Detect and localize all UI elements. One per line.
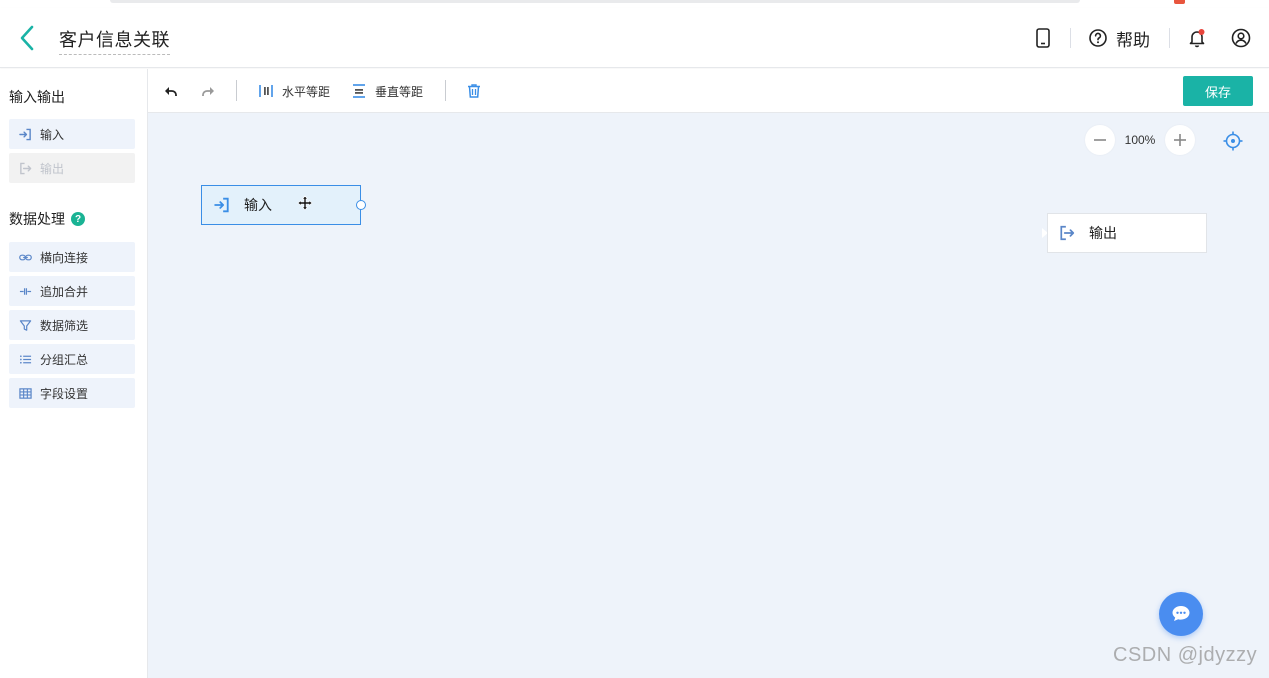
trash-icon xyxy=(468,84,480,98)
list-icon xyxy=(20,354,32,364)
watermark: CSDN @jdyzzy xyxy=(1113,644,1258,666)
input-icon xyxy=(214,197,229,213)
undo-icon xyxy=(165,87,177,96)
back-button[interactable] xyxy=(16,24,40,52)
header-divider xyxy=(1169,28,1170,48)
horizontal-distribute-button[interactable]: 水平等距 xyxy=(258,81,330,101)
minus-icon xyxy=(1094,139,1106,141)
node-output-port[interactable] xyxy=(356,200,366,210)
zoom-out-button[interactable] xyxy=(1085,125,1115,155)
node-palette-sidebar: 输入输出 输入 输出 数据处理 ? 横向连接 追加合并 数据筛选 分组汇总 字段… xyxy=(0,69,148,678)
page-title[interactable]: 客户信息关联 xyxy=(59,26,170,55)
link-icon xyxy=(19,254,32,260)
palette-item-join[interactable]: 横向连接 xyxy=(9,242,135,272)
palette-item-label: 分组汇总 xyxy=(40,352,89,367)
processing-section-title: 数据处理 ? xyxy=(9,209,85,229)
flow-canvas[interactable]: 100% 输入 输出 CSDN @jdyzzy xyxy=(148,113,1269,678)
delete-button[interactable] xyxy=(466,81,482,101)
header-divider xyxy=(1070,28,1071,48)
table-icon xyxy=(19,387,32,399)
processing-section-label: 数据处理 xyxy=(9,211,65,227)
help-label: 帮助 xyxy=(1116,30,1150,50)
palette-item-group[interactable]: 分组汇总 xyxy=(9,344,135,374)
address-bar-edge xyxy=(110,0,1080,3)
undo-button[interactable] xyxy=(163,81,179,101)
redo-icon xyxy=(202,87,214,96)
editor-toolbar: 水平等距 垂直等距 保存 xyxy=(148,69,1269,113)
browser-strip xyxy=(0,0,1269,8)
flow-node-input[interactable]: 输入 xyxy=(201,185,361,225)
crosshair-icon xyxy=(1223,131,1243,151)
vertical-distribute-button[interactable]: 垂直等距 xyxy=(351,81,423,101)
help-button[interactable]: 帮助 xyxy=(1088,26,1150,50)
notification-button[interactable] xyxy=(1186,27,1208,49)
vertical-distribute-icon xyxy=(353,84,365,98)
palette-item-fields[interactable]: 字段设置 xyxy=(9,378,135,408)
zoom-in-button[interactable] xyxy=(1165,125,1195,155)
mobile-preview-button[interactable] xyxy=(1032,27,1054,49)
help-circle-icon xyxy=(1089,29,1107,47)
node-label: 输入 xyxy=(244,197,272,213)
chevron-left-icon xyxy=(20,25,34,51)
horizontal-distribute-icon xyxy=(259,85,273,97)
zoom-level: 100% xyxy=(1124,133,1156,147)
toolbar-divider xyxy=(445,80,446,101)
output-icon xyxy=(20,162,32,174)
io-section-label: 输入输出 xyxy=(9,89,65,105)
toolbar-divider xyxy=(236,80,237,101)
vertical-distribute-label: 垂直等距 xyxy=(375,84,424,99)
input-icon xyxy=(19,128,31,140)
question-icon[interactable]: ? xyxy=(71,212,85,226)
palette-item-label: 输入 xyxy=(40,127,65,142)
user-circle-icon xyxy=(1231,28,1251,48)
mobile-icon xyxy=(1036,28,1050,48)
fit-view-button[interactable] xyxy=(1222,130,1244,152)
filter-icon xyxy=(19,319,32,331)
output-icon xyxy=(1060,225,1075,241)
palette-item-label: 数据筛选 xyxy=(40,318,89,333)
extension-badge xyxy=(1174,0,1185,4)
palette-item-label: 追加合并 xyxy=(40,284,89,299)
palette-item-label: 横向连接 xyxy=(40,250,89,265)
palette-item-filter[interactable]: 数据筛选 xyxy=(9,310,135,340)
palette-item-input[interactable]: 输入 xyxy=(9,119,135,149)
horizontal-distribute-label: 水平等距 xyxy=(282,84,331,99)
chat-support-button[interactable] xyxy=(1159,592,1203,636)
chat-bubble-icon xyxy=(1172,606,1190,621)
node-label: 输出 xyxy=(1089,225,1117,241)
palette-item-label: 输出 xyxy=(40,161,65,176)
flow-node-output[interactable]: 输出 xyxy=(1047,213,1207,253)
move-cursor-icon xyxy=(297,195,313,211)
app-header: 客户信息关联 帮助 xyxy=(0,8,1269,68)
plus-icon xyxy=(1174,134,1186,146)
palette-item-output: 输出 xyxy=(9,153,135,183)
bell-icon xyxy=(1189,29,1205,48)
save-button[interactable]: 保存 xyxy=(1183,76,1253,106)
user-account-button[interactable] xyxy=(1230,27,1252,49)
redo-button[interactable] xyxy=(200,81,216,101)
io-section-title: 输入输出 xyxy=(9,87,65,107)
palette-item-append[interactable]: 追加合并 xyxy=(9,276,135,306)
palette-item-label: 字段设置 xyxy=(40,386,89,401)
merge-icon xyxy=(19,287,32,295)
